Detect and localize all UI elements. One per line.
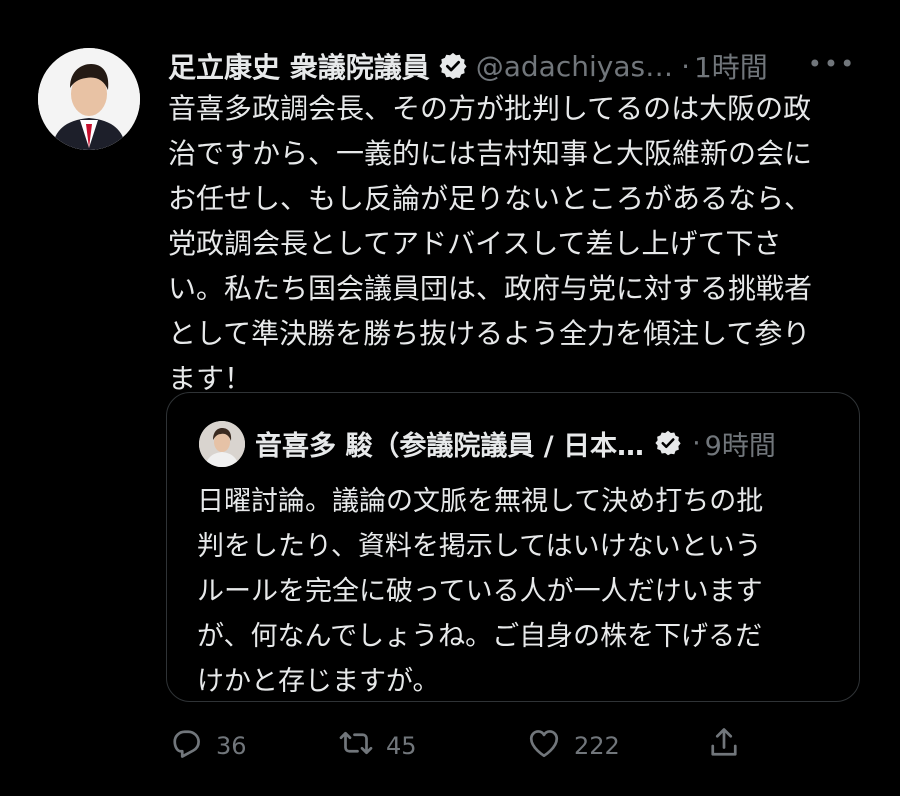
like-button[interactable]: 222: [526, 726, 620, 766]
share-icon: [706, 725, 742, 767]
quoted-tweet-text: 日曜討論。議論の文脈を無視して決め打ちの批 判をしたり、資料を掲示してはいけない…: [197, 479, 837, 704]
quoted-author-name: 音喜多 駿（参議院議員 / 日本…: [255, 430, 645, 462]
more-icon[interactable]: •••: [808, 46, 854, 82]
quoted-text-line: ルールを完全に破っている人が一人だけいます: [197, 576, 763, 607]
quoted-tweet[interactable]: 音喜多 駿（参議院議員 / 日本… · 9時間 日曜討論。議論の文脈を無視して決…: [166, 392, 860, 702]
retweet-count: 45: [386, 732, 417, 760]
tweet: 足立康史 衆議院議員 @adachiyas… · 1時間 ••• 音喜多政調会長…: [0, 0, 900, 796]
heart-icon: [526, 725, 562, 767]
retweet-icon: [338, 725, 374, 767]
author-name[interactable]: 足立康史 衆議院議員: [168, 46, 430, 86]
separator-dot: ·: [692, 427, 701, 459]
tweet-text-line: お任せし、もし反論が足りないところがあるなら、: [168, 182, 813, 215]
author-avatar[interactable]: [38, 48, 140, 150]
reply-button[interactable]: 36: [168, 726, 247, 766]
quoted-tweet-header: 音喜多 駿（参議院議員 / 日本… · 9時間: [255, 423, 845, 463]
tweet-text-line: い。私たち国会議員団は、政府与党に対する挑戦者: [168, 272, 813, 305]
quoted-text-line: 判をしたり、資料を掲示してはいけないという: [197, 531, 762, 562]
quoted-tweet-timestamp: 9時間: [704, 430, 776, 462]
quoted-author-avatar: [199, 421, 245, 467]
share-button[interactable]: [706, 726, 742, 766]
verified-badge-icon: [654, 429, 682, 457]
tweet-text-line: 党政調会長としてアドバイスして差し上げて下さ: [168, 227, 782, 260]
reply-count: 36: [216, 732, 247, 760]
quoted-text-line: が、何なんでしょうね。ご自身の株を下げるだ: [197, 621, 763, 652]
tweet-header: 足立康史 衆議院議員 @adachiyas… · 1時間: [168, 44, 868, 88]
tweet-text: 音喜多政調会長、その方が批判してるのは大阪の政 治ですから、一義的には吉村知事と…: [168, 86, 868, 401]
reply-icon: [168, 725, 204, 767]
quoted-text-line: けかと存じますが。: [197, 666, 440, 697]
separator-dot: ·: [681, 49, 690, 83]
tweet-text-line: 治ですから、一義的には吉村知事と大阪維新の会に: [168, 137, 813, 170]
tweet-timestamp[interactable]: 1時間: [694, 46, 768, 86]
like-count: 222: [574, 732, 620, 760]
verified-badge-icon: [438, 51, 468, 81]
tweet-text-line: として準決勝を勝ち抜けるよう全力を傾注して参り: [168, 317, 811, 350]
author-handle[interactable]: @adachiyas…: [476, 50, 673, 83]
tweet-actions: 36 45 222: [168, 726, 768, 766]
quoted-text-line: 日曜討論。議論の文脈を無視して決め打ちの批: [197, 486, 764, 517]
retweet-button[interactable]: 45: [338, 726, 417, 766]
tweet-text-line: 音喜多政調会長、その方が批判してるのは大阪の政: [168, 92, 812, 125]
